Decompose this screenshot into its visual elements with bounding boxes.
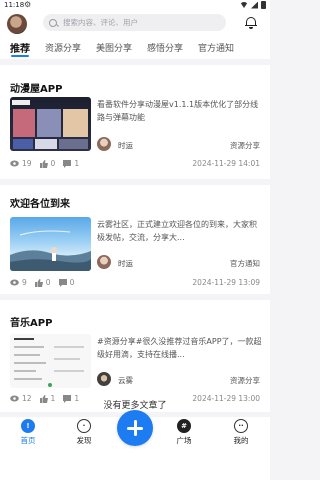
comments-count: 1 — [74, 159, 80, 168]
nav-mine[interactable]: ·· 我的 — [221, 419, 261, 446]
search-bar[interactable] — [43, 14, 226, 31]
wifi-icon — [240, 2, 248, 8]
search-icon — [49, 18, 57, 27]
post-stats: 9 0 0 — [10, 278, 82, 287]
comment-icon — [58, 278, 67, 287]
author-avatar[interactable] — [97, 137, 111, 151]
status-bar: 11:18 ⚙ — [0, 0, 270, 11]
nav-discover-label: 发现 — [76, 436, 92, 445]
category-tabs: 推荐 资源分享 美图分享 感悟分享 官方通知 — [0, 37, 270, 59]
post-excerpt: 看番软件分享动漫屋v1.1.1版本优化了部分线路与弹幕功能 — [97, 100, 259, 122]
user-avatar[interactable] — [7, 14, 27, 34]
app-screen: 11:18 ⚙ 推荐 资源分享 美图分享 感悟分享 官方通知 动漫屋APP — [0, 0, 270, 480]
system-icons — [240, 1, 266, 9]
author-avatar[interactable] — [97, 255, 111, 269]
nav-square[interactable]: # 广场 — [164, 419, 204, 446]
tab-insight-share[interactable]: 感悟分享 — [147, 37, 183, 59]
thumbs-up-icon — [34, 278, 43, 287]
battery-icon — [261, 1, 266, 9]
settings-gear-icon: ⚙ — [24, 0, 32, 9]
nav-discover[interactable]: · 发现 — [64, 419, 104, 446]
views-count: 9 — [22, 278, 27, 287]
post-excerpt: 云雾社区，正式建立欢迎各位的到来，大家积极发帖，交流，分享大... — [97, 220, 257, 242]
author-name[interactable]: 时运 — [118, 140, 133, 151]
views-stat: 19 — [10, 159, 32, 168]
create-post-button[interactable] — [117, 410, 153, 446]
search-input[interactable] — [63, 18, 213, 27]
author-name[interactable]: 云雾 — [118, 375, 133, 386]
post-stats: 19 0 1 — [10, 159, 87, 168]
top-header — [0, 11, 270, 37]
likes-stat[interactable]: 0 — [39, 159, 56, 168]
post-category[interactable]: 资源分享 — [230, 375, 260, 386]
compass-icon: · — [77, 419, 91, 433]
tab-resource-share[interactable]: 资源分享 — [45, 37, 81, 59]
post-card[interactable]: 欢迎各位到来 云雾社区，正式建立欢迎各位的到来，大家积极发帖，交流，分享大...… — [0, 185, 270, 294]
profile-icon: ·· — [234, 419, 248, 433]
post-timestamp: 2024-11-29 13:09 — [192, 278, 260, 287]
eye-icon — [10, 160, 19, 167]
tab-image-share[interactable]: 美图分享 — [96, 37, 132, 59]
thumbs-up-icon — [39, 159, 48, 168]
author-avatar[interactable] — [97, 372, 111, 386]
comment-icon — [63, 159, 72, 168]
post-timestamp: 2024-11-29 14:01 — [192, 159, 260, 168]
nav-home[interactable]: ! 首页 — [8, 419, 48, 446]
author-name[interactable]: 时运 — [118, 258, 133, 269]
post-title: 欢迎各位到来 — [10, 199, 70, 210]
status-time: 11:18 — [4, 1, 25, 9]
home-icon: ! — [21, 419, 35, 433]
post-category[interactable]: 资源分享 — [230, 140, 260, 151]
likes-count: 0 — [45, 278, 51, 287]
likes-stat[interactable]: 0 — [34, 278, 51, 287]
views-count: 19 — [22, 159, 32, 168]
comments-count: 0 — [69, 278, 75, 287]
tab-official-notice[interactable]: 官方通知 — [198, 37, 234, 59]
post-card[interactable]: 动漫屋APP 看番软件分享动漫屋v1.1.1版本优化了部分线路与弹幕功能 时运 … — [0, 65, 270, 179]
nav-mine-label: 我的 — [233, 436, 249, 445]
signal-icon — [251, 1, 258, 9]
eye-icon — [10, 279, 19, 286]
comments-stat[interactable]: 0 — [58, 278, 75, 287]
tab-recommend[interactable]: 推荐 — [10, 37, 30, 59]
post-category[interactable]: 官方通知 — [230, 258, 260, 269]
views-stat: 9 — [10, 278, 27, 287]
post-thumbnail — [10, 97, 91, 151]
notification-bell-icon[interactable] — [245, 16, 257, 29]
post-thumbnail — [10, 334, 91, 388]
hashtag-icon: # — [177, 419, 191, 433]
likes-count: 0 — [50, 159, 56, 168]
post-title: 动漫屋APP — [10, 84, 63, 95]
nav-square-label: 广场 — [176, 436, 192, 445]
post-title: 音乐APP — [10, 318, 53, 329]
post-card[interactable]: 音乐APP #资源分享#很久没推荐过音乐APP了，一款超级好用滴，支持在线播..… — [0, 300, 270, 412]
post-excerpt: #资源分享#很久没推荐过音乐APP了，一款超级好用滴，支持在线播... — [97, 337, 262, 359]
nav-home-label: 首页 — [20, 436, 36, 445]
post-thumbnail — [10, 217, 91, 271]
comments-stat[interactable]: 1 — [63, 159, 79, 168]
